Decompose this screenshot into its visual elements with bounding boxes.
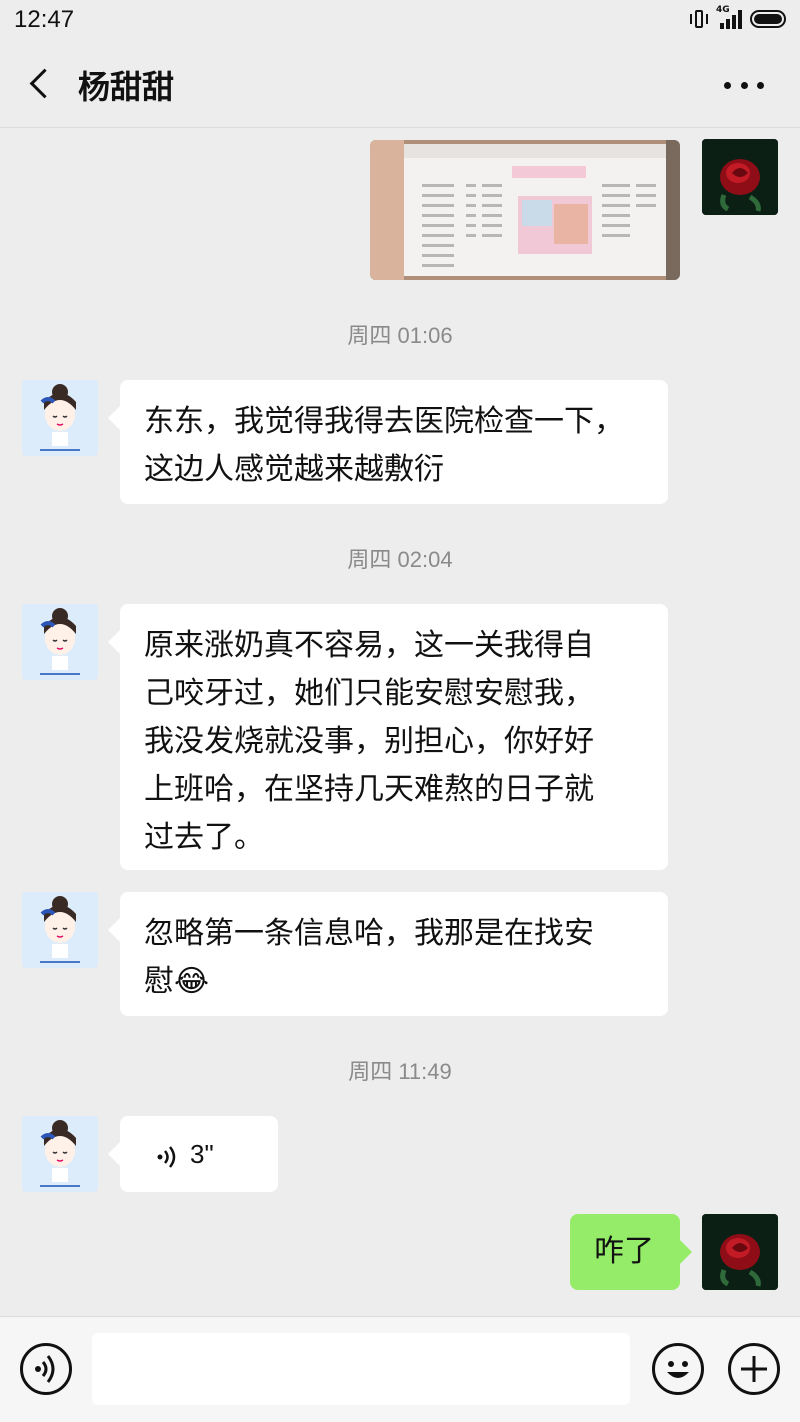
sent-text-message[interactable]: 咋了 xyxy=(570,1214,692,1290)
message-text: 忽略第一条信息哈，我那是在找安 xyxy=(144,916,594,951)
message-text: 东东，我觉得我得去医院检查一下， xyxy=(144,404,624,439)
message-text: 过去了。 xyxy=(144,820,264,855)
contact-avatar[interactable] xyxy=(22,1116,98,1192)
voice-duration: 3" xyxy=(190,1139,214,1169)
received-text-message[interactable]: 忽略第一条信息哈，我那是在找安 慰😂 xyxy=(108,892,668,1016)
status-icons: 4G xyxy=(690,5,786,30)
message-text: 己咬牙过，她们只能安慰安慰我， xyxy=(144,676,594,711)
timestamp: 周四 02:04 xyxy=(347,547,453,572)
message-input[interactable] xyxy=(92,1333,630,1405)
message-text: 这边人感觉越来越敷衍 xyxy=(144,452,444,487)
chat-input-bar xyxy=(0,1316,800,1422)
message-text: 上班哈，在坚持几天难熬的日子就 xyxy=(144,772,594,807)
message-text: 我没发烧就没事，别担心，你好好 xyxy=(144,724,594,759)
voice-wave-icon xyxy=(157,1146,176,1168)
contact-avatar[interactable] xyxy=(22,604,98,680)
received-text-message[interactable]: 东东，我觉得我得去医院检查一下， 这边人感觉越来越敷衍 xyxy=(108,380,668,504)
message-text: 原来涨奶真不容易，这一关我得自 xyxy=(144,628,594,663)
chat-header: 杨甜甜 xyxy=(0,40,800,128)
timestamp: 周四 11:49 xyxy=(348,1059,452,1084)
my-avatar[interactable] xyxy=(702,1214,778,1290)
timestamp: 周四 01:06 xyxy=(347,323,453,348)
add-icon[interactable] xyxy=(728,1343,780,1395)
chat-title: 杨甜甜 xyxy=(78,68,175,106)
back-icon[interactable] xyxy=(26,66,56,102)
signal-icon: 4G xyxy=(716,5,742,29)
sent-image-message[interactable] xyxy=(370,140,680,280)
status-bar: 12:47 4G xyxy=(0,0,800,40)
vibrate-icon xyxy=(690,8,708,30)
my-avatar[interactable] xyxy=(702,139,778,215)
voice-message[interactable]: 3" xyxy=(108,1116,278,1192)
contact-avatar[interactable] xyxy=(22,380,98,456)
battery-icon xyxy=(750,10,786,28)
network-type: 4G xyxy=(716,5,730,15)
status-time: 12:47 xyxy=(14,6,75,33)
more-icon[interactable] xyxy=(724,70,764,100)
message-text: 慰😂 xyxy=(144,964,210,999)
message-text: 咋了 xyxy=(594,1234,654,1269)
photo-thumbnail xyxy=(370,140,680,280)
contact-avatar[interactable] xyxy=(22,892,98,968)
voice-mode-icon[interactable] xyxy=(20,1343,72,1395)
received-text-message[interactable]: 原来涨奶真不容易，这一关我得自 己咬牙过，她们只能安慰安慰我， 我没发烧就没事，… xyxy=(108,604,668,870)
emoji-icon[interactable] xyxy=(652,1343,704,1395)
